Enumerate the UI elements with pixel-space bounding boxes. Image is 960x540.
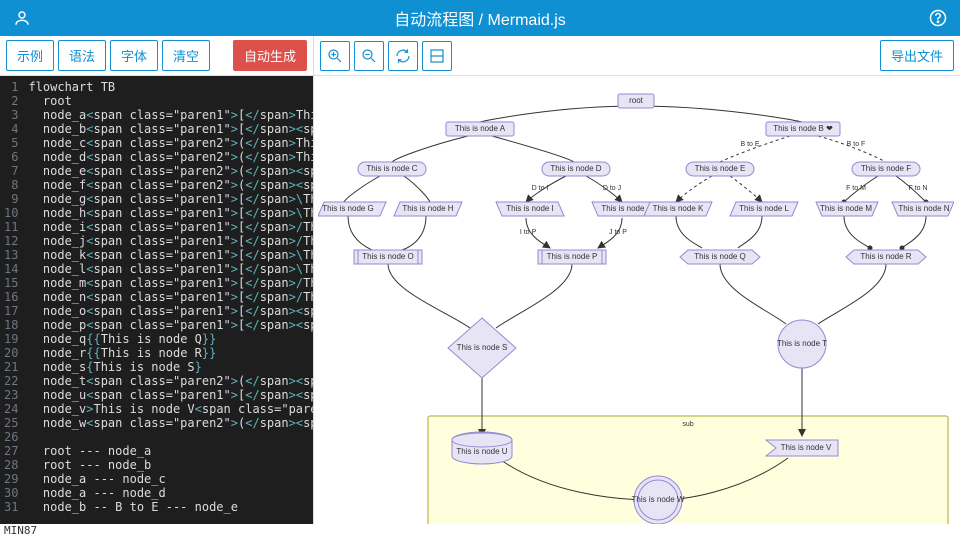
svg-text:I to P: I to P [520,229,537,236]
svg-text:This is node Q: This is node Q [694,252,746,261]
svg-text:This is node D: This is node D [550,164,601,173]
svg-text:B to E: B to E [740,141,759,148]
main-area: 示例 语法 字体 清空 自动生成 12345678910111213141516… [0,36,960,524]
syntax-button[interactable]: 语法 [58,40,106,71]
svg-text:This is node U: This is node U [456,447,507,456]
svg-text:This is node P: This is node P [547,252,598,261]
user-icon[interactable] [12,8,32,28]
svg-text:This is node E: This is node E [695,164,746,173]
svg-text:This is node S: This is node S [457,343,508,352]
svg-text:This is node B ❤: This is node B ❤ [773,124,833,133]
status-bar: MIN87 [0,524,960,540]
svg-text:D to I: D to I [532,185,549,192]
zoom-out-icon[interactable] [354,41,384,71]
zoom-in-icon[interactable] [320,41,350,71]
svg-text:This is node R: This is node R [860,252,911,261]
svg-text:This is node M: This is node M [820,204,872,213]
font-button[interactable]: 字体 [110,40,158,71]
svg-text:This is node T: This is node T [777,339,827,348]
app-header: 自动流程图 / Mermaid.js [0,0,960,36]
layout-icon[interactable] [422,41,452,71]
svg-text:This is node J: This is node J [601,204,650,213]
editor-toolbar: 示例 语法 字体 清空 自动生成 [0,36,313,76]
help-icon[interactable] [928,8,948,28]
refresh-icon[interactable] [388,41,418,71]
line-gutter: 1234567891011121314151617181920212223242… [0,76,24,524]
svg-text:root: root [629,96,644,105]
svg-text:This is node F: This is node F [861,164,911,173]
example-button[interactable]: 示例 [6,40,54,71]
code-content[interactable]: flowchart TB root node_a<span class="par… [24,76,313,524]
preview-toolbar: 导出文件 [314,36,960,76]
editor-panel: 示例 语法 字体 清空 自动生成 12345678910111213141516… [0,36,314,524]
svg-text:D to J: D to J [603,185,621,192]
svg-text:F to N: F to N [908,185,927,192]
svg-text:This is node V: This is node V [781,443,832,452]
svg-text:This is node C: This is node C [366,164,417,173]
svg-text:This is node W: This is node W [632,495,685,504]
clear-button[interactable]: 清空 [162,40,210,71]
svg-text:F to M: F to M [846,185,866,192]
svg-text:B to F: B to F [847,141,866,148]
code-editor[interactable]: 1234567891011121314151617181920212223242… [0,76,313,524]
app-title: 自动流程图 / Mermaid.js [32,6,928,30]
svg-text:This is node A: This is node A [455,124,506,133]
svg-text:sub: sub [682,421,693,428]
svg-text:This is node K: This is node K [653,204,704,213]
svg-text:This is node N: This is node N [898,204,949,213]
svg-text:J to P: J to P [609,229,627,236]
svg-text:This is node G: This is node G [322,204,374,213]
mermaid-diagram: sub B to E B to F D to I D to J F to M F… [318,80,954,524]
preview-panel: 导出文件 sub B to E B to F D to [314,36,960,524]
svg-text:This is node O: This is node O [362,252,414,261]
svg-text:This is node I: This is node I [506,204,554,213]
export-button[interactable]: 导出文件 [880,40,954,71]
diagram-canvas[interactable]: sub B to E B to F D to I D to J F to M F… [314,76,960,524]
svg-text:This is node H: This is node H [402,204,453,213]
generate-button[interactable]: 自动生成 [233,40,307,71]
svg-text:This is node L: This is node L [739,204,789,213]
